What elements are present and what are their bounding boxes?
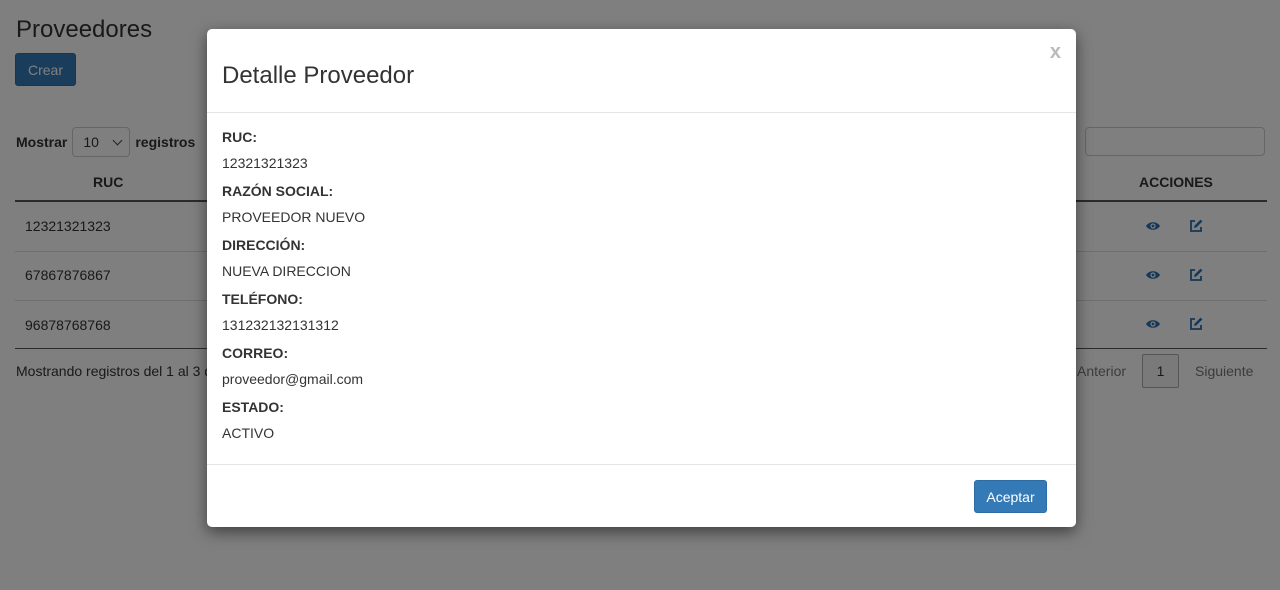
modal-title: Detalle Proveedor xyxy=(222,62,415,89)
field-value-direccion: NUEVA DIRECCION xyxy=(222,263,351,279)
modal-body: RUC: 12321321323 RAZÓN SOCIAL: PROVEEDOR… xyxy=(222,127,365,451)
field-label-correo: CORREO: xyxy=(222,345,289,361)
close-button[interactable]: x xyxy=(1050,41,1061,64)
field-label-estado: ESTADO: xyxy=(222,399,284,415)
provider-detail-modal: Detalle Proveedor x RUC: 12321321323 RAZ… xyxy=(207,29,1076,527)
field-value-ruc: 12321321323 xyxy=(222,155,308,171)
field-label-ruc: RUC: xyxy=(222,129,257,145)
field-label-razon-social: RAZÓN SOCIAL: xyxy=(222,183,334,199)
modal-footer: Aceptar xyxy=(207,464,1076,527)
modal-header: Detalle Proveedor x xyxy=(207,29,1076,113)
field-value-razon-social: PROVEEDOR NUEVO xyxy=(222,209,366,225)
field-value-estado: ACTIVO xyxy=(222,425,275,441)
field-value-correo: proveedor@gmail.com xyxy=(222,371,364,387)
field-label-telefono: TELÉFONO: xyxy=(222,291,303,307)
accept-button[interactable]: Aceptar xyxy=(974,480,1047,513)
field-label-direccion: DIRECCIÓN: xyxy=(222,237,306,253)
field-value-telefono: 131232132131312 xyxy=(222,317,339,333)
